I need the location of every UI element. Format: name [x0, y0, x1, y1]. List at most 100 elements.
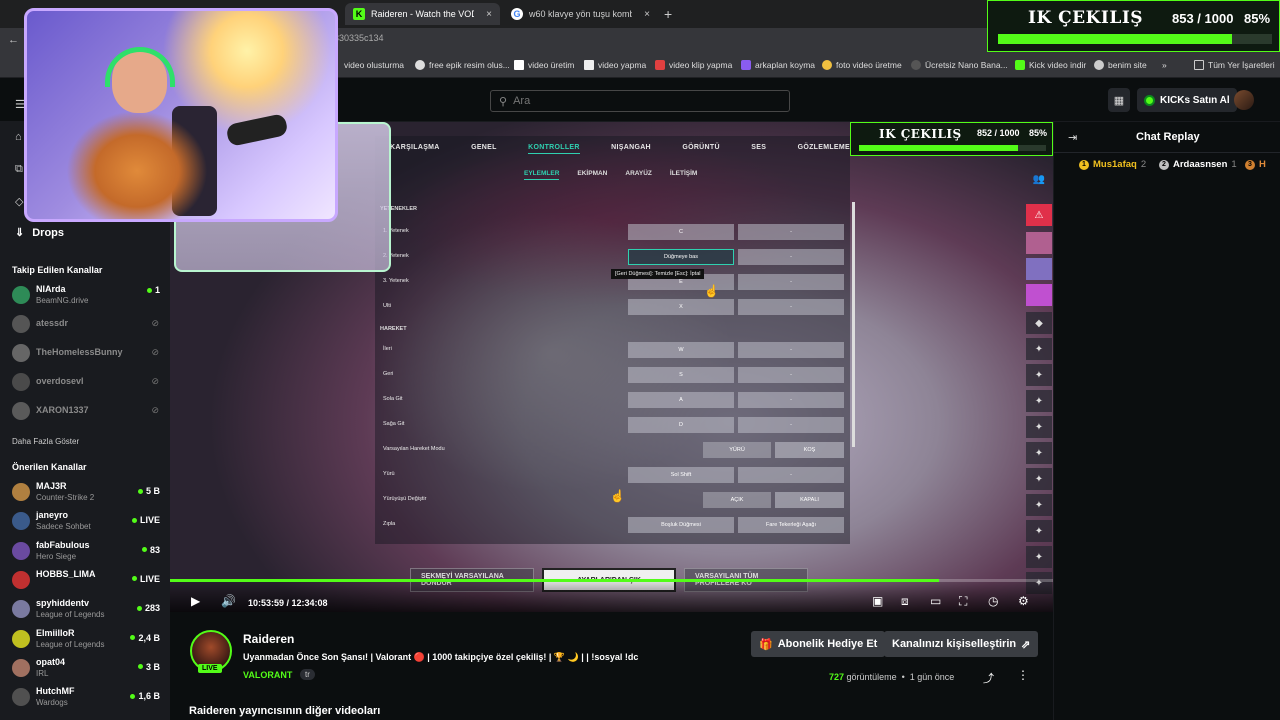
bookmark-item[interactable]: benim site	[1094, 60, 1147, 70]
clip-icon[interactable]: ⧈	[901, 594, 909, 609]
sidebar-channel-maj3r[interactable]: MAJ3R Counter-Strike 2 5 B	[10, 481, 162, 507]
keybind-secondary: -	[738, 342, 844, 358]
back-arrow-icon[interactable]: ←	[8, 34, 19, 46]
settings-gear-icon[interactable]: ⚙	[1018, 594, 1029, 608]
game-tab: GENEL	[471, 144, 497, 151]
layout-icon[interactable]: ▦	[1108, 88, 1130, 112]
giveaway-title: IK ÇEKILIŞ	[879, 127, 962, 141]
keybind-label: İleri	[383, 346, 392, 352]
live-badge: LIVE	[198, 664, 222, 673]
play-icon[interactable]: ▶	[191, 594, 200, 608]
gift-subscription-button[interactable]: 🎁 Abonelik Hediye Et	[751, 631, 886, 657]
bookmark-favicon-icon	[1094, 60, 1104, 70]
tab-label: Raideren - Watch the VOD on K	[371, 9, 474, 19]
sidebar-channel-spyhiddentv[interactable]: spyhiddentv League of Legends 283	[10, 598, 162, 624]
close-tab-icon[interactable]: ×	[486, 9, 492, 20]
customize-channel-button[interactable]: Kanalınızı kişiselleştirin ⇗	[884, 631, 1039, 657]
mouse-cursor-icon: ☝	[610, 489, 625, 503]
share-icon[interactable]: ⤴	[983, 670, 994, 686]
rank-icon: ✦	[1026, 494, 1052, 516]
keybind-primary: Sol Shift	[628, 467, 734, 483]
keybind-secondary: -	[738, 467, 844, 483]
bookmarks-overflow-button[interactable]: »	[1162, 60, 1167, 70]
game-tab: GÖRÜNTÜ	[682, 144, 720, 151]
viewer-count: 3 B	[137, 661, 160, 672]
seek-bar[interactable]	[170, 579, 1053, 582]
tab-kick-vod[interactable]: K Raideren - Watch the VOD on K ×	[345, 3, 500, 25]
sidebar-channel-xaron1337[interactable]: XARON1337 ⊘	[10, 400, 162, 426]
bookmark-item[interactable]: Kick video indir	[1015, 60, 1086, 70]
chat-leader-entry[interactable]: 1 Mus1afaq 2	[1079, 159, 1146, 170]
bookmark-item[interactable]: arkaplan koyma	[741, 60, 815, 70]
keybind-label: Yürü	[383, 471, 395, 477]
collapse-chat-icon[interactable]: ⇥	[1068, 131, 1077, 144]
show-more-link[interactable]: Daha Fazla Göster	[12, 437, 79, 446]
bookmark-favicon-icon	[741, 60, 751, 70]
channel-name: fabFabulous	[36, 539, 90, 550]
all-bookmarks-button[interactable]: Tüm Yer İşaretleri	[1194, 60, 1275, 70]
search-input[interactable]	[513, 95, 774, 107]
chat-leader-entry[interactable]: 2 Ardaasnsen 1	[1159, 159, 1237, 170]
keybind-label: Zıpla	[383, 521, 396, 527]
miniplayer-icon[interactable]: ▣	[872, 594, 883, 608]
game-keybind-row: Sola Git A -	[375, 390, 850, 410]
tag-icon[interactable]: ◇	[15, 195, 23, 208]
bookmark-item[interactable]: foto video üretme	[822, 60, 902, 70]
rank-icon: ✦	[1026, 546, 1052, 568]
channel-category: BeamNG.drive	[36, 296, 89, 305]
bookmark-item[interactable]: free epik resim olus...	[415, 60, 510, 70]
sidebar-channel-elmiillor[interactable]: ElmiilloR League of Legends 2,4 B	[10, 628, 162, 654]
sidebar-channel-opat04[interactable]: opat04 IRL 3 B	[10, 657, 162, 683]
sidebar-channel-niarda[interactable]: NIArda BeamNG.drive 1	[10, 284, 162, 310]
theater-mode-icon[interactable]: ▭	[930, 594, 941, 608]
keybind-secondary: -	[738, 274, 844, 290]
search-box[interactable]: ⚲	[490, 90, 790, 112]
offline-icon: ⊘	[151, 318, 159, 328]
viewer-count-text: 3 B	[145, 661, 160, 672]
mouse-cursor-icon: ☝	[704, 284, 719, 298]
browse-icon[interactable]: ⧉	[15, 163, 23, 176]
agent-portrait-icon	[1026, 232, 1052, 254]
buy-kicks-button[interactable]: KICKs Satın Al	[1137, 88, 1237, 112]
buy-kicks-label: KICKs Satın Al	[1160, 94, 1230, 106]
stream-category[interactable]: VALORANT	[243, 670, 292, 680]
viewer-count-text: 1,6 B	[138, 691, 160, 702]
playback-speed-icon[interactable]: ◷	[988, 594, 998, 608]
sidebar-channel-hobbs_lima[interactable]: HOBBS_LIMA LIVE	[10, 569, 162, 595]
agent-portrait-icon	[1026, 258, 1052, 280]
sidebar-channel-overdosevl[interactable]: overdosevl ⊘	[10, 371, 162, 397]
tab-google-search[interactable]: G w60 klavye yön tuşu kombinasy ×	[503, 3, 658, 25]
sidebar-channel-hutchmf[interactable]: HutchMF Wardogs 1,6 B	[10, 686, 162, 712]
fullscreen-icon[interactable]: ⛶	[959, 594, 967, 609]
sidebar-channel-thehomelessbunny[interactable]: TheHomelessBunny ⊘	[10, 342, 162, 368]
bookmark-item[interactable]: video üretim	[514, 60, 574, 70]
rank-icon: ✦	[1026, 390, 1052, 412]
chat-leader-entry[interactable]: 3H	[1245, 159, 1270, 170]
channel-name: spyhiddentv	[36, 598, 90, 609]
game-section-movement: HAREKET	[380, 326, 407, 332]
viewer-count-text: LIVE	[139, 515, 160, 526]
sidebar-channel-janeyro[interactable]: janeyro Sadece Sohbet LIVE	[10, 510, 162, 536]
bookmark-item[interactable]: video yapma	[584, 60, 646, 70]
followed-channels-title: Takip Edilen Kanallar	[12, 265, 103, 275]
bookmark-item[interactable]: video klip yapma	[655, 60, 732, 70]
user-avatar[interactable]	[1234, 90, 1254, 110]
drops-link[interactable]: ⇓ Drops	[15, 226, 64, 240]
more-options-icon[interactable]: ⋮	[1017, 668, 1029, 682]
game-settings-tabs: KARŞILAŞMA GENEL KONTROLLER NIŞANGAH GÖRÜNTÜ…	[390, 144, 850, 154]
viewer-count: 2,4 B	[130, 633, 160, 643]
bookmark-item[interactable]: video olusturma	[344, 60, 404, 70]
live-dot-icon	[130, 693, 136, 699]
game-keybind-row: 2. Yetenek Düğmeye bas -	[375, 247, 850, 267]
streamer-name[interactable]: Raideren	[243, 632, 294, 646]
sidebar-channel-atessdr[interactable]: atessdr ⊘	[10, 313, 162, 339]
close-tab-icon[interactable]: ×	[644, 9, 650, 20]
volume-icon[interactable]: 🔊	[221, 594, 236, 608]
bookmark-item[interactable]: Ücretsiz Nano Bana...	[911, 60, 1008, 70]
new-tab-button[interactable]: +	[664, 6, 672, 22]
sidebar-channel-fabfabulous[interactable]: fabFabulous Hero Siege 83	[10, 540, 162, 566]
other-videos-heading: Raideren yayıncısının diğer videoları	[189, 705, 381, 717]
time-ago: 1 gün önce	[909, 672, 955, 682]
language-tag[interactable]: tr	[300, 669, 315, 680]
home-icon[interactable]: ⌂	[15, 131, 22, 143]
